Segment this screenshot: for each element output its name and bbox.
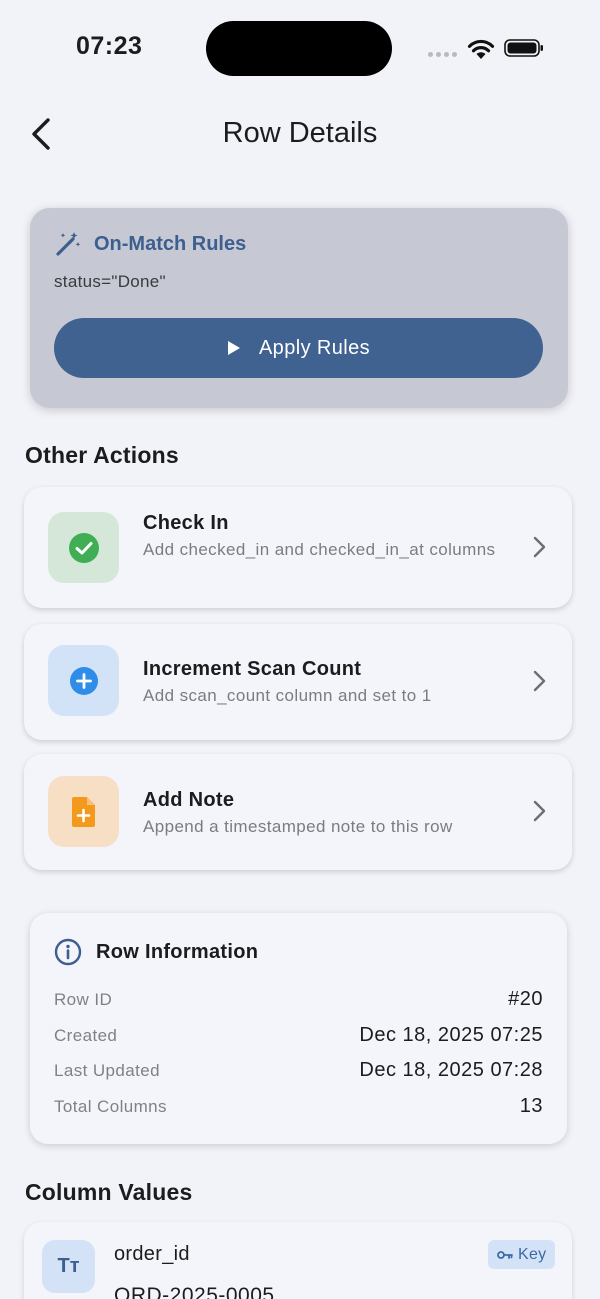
info-row-last-updated: Last Updated Dec 18, 2025 07:28 <box>54 1059 543 1082</box>
column-value-item[interactable]: Tт order_id Key ORD-2025-0005 <box>24 1222 572 1299</box>
info-icon <box>54 938 82 966</box>
info-row-row-id: Row ID #20 <box>54 988 543 1011</box>
info-row-created: Created Dec 18, 2025 07:25 <box>54 1024 543 1047</box>
check-in-action[interactable]: Check In Add checked_in and checked_in_a… <box>24 487 572 608</box>
rules-header: On-Match Rules <box>54 230 246 258</box>
play-icon <box>227 341 240 355</box>
rules-title: On-Match Rules <box>94 232 247 255</box>
status-bar: 07:23 <box>0 0 600 96</box>
info-label: Last Updated <box>54 1061 160 1080</box>
info-value: Dec 18, 2025 07:28 <box>359 1059 543 1081</box>
row-information-card: Row Information Row ID #20 Created Dec 1… <box>30 913 567 1144</box>
column-values-heading: Column Values <box>25 1179 193 1205</box>
add-note-title: Add Note <box>143 789 235 811</box>
dynamic-island <box>206 21 392 76</box>
column-name: order_id <box>114 1243 190 1265</box>
on-match-rules-card: On-Match Rules status="Done" Apply Rules <box>30 208 568 408</box>
add-note-subtitle: Append a timestamped note to this row <box>143 817 453 836</box>
increment-title: Increment Scan Count <box>143 658 362 680</box>
add-note-icon-tile <box>48 776 119 847</box>
key-badge: Key <box>488 1240 556 1269</box>
info-value: Dec 18, 2025 07:25 <box>359 1024 543 1046</box>
key-icon <box>497 1250 513 1259</box>
key-badge-label: Key <box>518 1245 547 1263</box>
battery-icon <box>504 39 543 57</box>
add-note-action[interactable]: Add Note Append a timestamped note to th… <box>24 754 572 870</box>
plus-circle-icon <box>69 666 98 695</box>
chevron-right-icon <box>533 800 546 822</box>
apply-rules-button[interactable]: Apply Rules <box>54 318 543 378</box>
info-label: Row ID <box>54 990 113 1009</box>
rules-description: status="Done" <box>54 272 166 291</box>
other-actions-heading: Other Actions <box>25 442 179 468</box>
info-value: 13 <box>519 1095 543 1117</box>
increment-subtitle: Add scan_count column and set to 1 <box>143 686 432 705</box>
magic-wand-icon <box>56 232 81 256</box>
row-information-header: Row Information <box>54 938 258 966</box>
wifi-icon <box>467 39 495 59</box>
info-value: #20 <box>508 988 543 1010</box>
check-circle-icon <box>68 532 99 563</box>
check-in-title: Check In <box>143 512 229 534</box>
signal-icon <box>428 52 457 57</box>
check-in-subtitle: Add checked_in and checked_in_at columns <box>143 540 496 559</box>
apply-rules-label: Apply Rules <box>258 336 371 359</box>
column-value: ORD-2025-0005 <box>114 1284 275 1299</box>
info-label: Created <box>54 1026 118 1045</box>
increment-icon-tile <box>48 645 119 716</box>
page-title: Row Details <box>222 117 378 149</box>
row-information-title: Row Information <box>96 940 259 963</box>
status-time: 07:23 <box>76 32 143 60</box>
note-add-icon <box>71 796 95 827</box>
chevron-right-icon <box>533 536 546 558</box>
info-label: Total Columns <box>54 1097 167 1116</box>
text-type-icon: Tт <box>42 1240 95 1293</box>
chevron-right-icon <box>533 670 546 692</box>
check-in-icon-tile <box>48 512 119 583</box>
info-row-total-columns: Total Columns 13 <box>54 1095 543 1118</box>
increment-scan-count-action[interactable]: Increment Scan Count Add scan_count colu… <box>24 624 572 740</box>
screen: 07:23 Row Details On-Match Rules status=… <box>0 0 600 1299</box>
